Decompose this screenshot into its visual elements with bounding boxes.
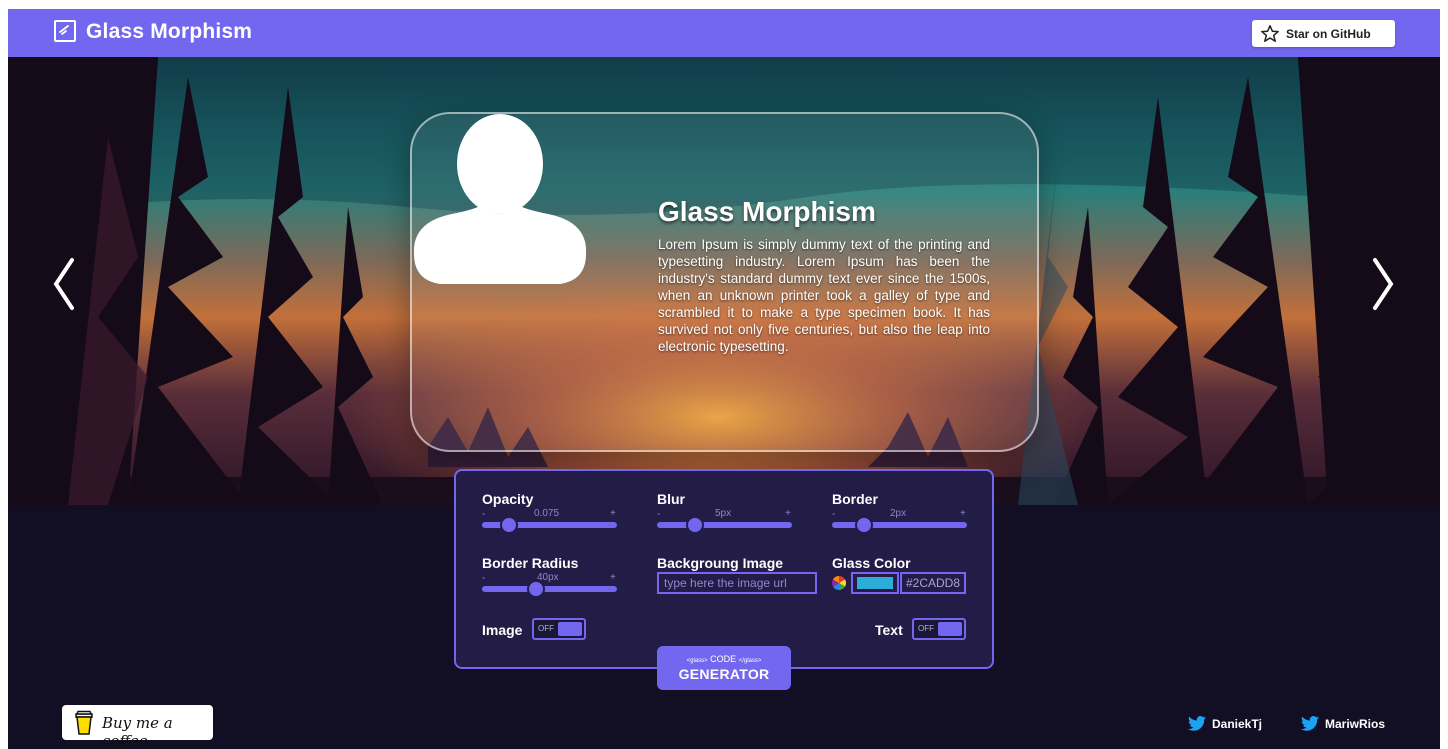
opacity-minus: - — [482, 509, 486, 520]
blur-label: Blur — [657, 491, 685, 507]
generator-open-tag: <glass> — [686, 658, 708, 664]
chevron-right-icon — [1373, 258, 1394, 310]
prev-arrow[interactable] — [46, 254, 82, 314]
glass-color-fill — [857, 577, 893, 589]
border-slider-thumb[interactable] — [855, 516, 874, 534]
glass-card: Glass Morphism Lorem Ipsum is simply dum… — [410, 112, 1039, 452]
twitter-icon — [1188, 716, 1206, 731]
border-radius-minus: - — [482, 573, 486, 584]
code-generator-button[interactable]: <glass> CODE </glass> GENERATOR — [657, 646, 791, 690]
image-toggle-knob — [558, 622, 582, 636]
border-value: 2px — [890, 508, 907, 519]
generator-code: CODE — [710, 654, 737, 664]
next-arrow[interactable] — [1365, 254, 1401, 314]
generator-close-tag: </glass> — [738, 658, 762, 664]
background-image-label: Backgroung Image — [657, 555, 784, 571]
logo-icon — [54, 20, 76, 42]
chevron-left-icon — [53, 258, 74, 310]
twitter-icon — [1301, 716, 1319, 731]
blur-slider[interactable] — [657, 516, 792, 534]
glass-color-swatch[interactable] — [851, 572, 899, 594]
image-toggle[interactable]: OFF — [532, 618, 586, 640]
star-icon — [1261, 25, 1279, 42]
opacity-value: 0.075 — [534, 508, 560, 519]
blur-value: 5px — [715, 508, 732, 519]
coffee-label: Buy me a coffee — [102, 714, 173, 749]
background-image-url-input[interactable] — [657, 572, 817, 594]
coffee-cup-icon — [75, 710, 93, 735]
border-radius-label: Border Radius — [482, 555, 579, 571]
control-panel: Opacity - 0.075 + Blur - 5px + Border - … — [454, 469, 994, 669]
background-scene: Glass Morphism Lorem Ipsum is simply dum… — [8, 57, 1440, 505]
social-label: DaniekTj — [1212, 717, 1263, 731]
opacity-label: Opacity — [482, 491, 534, 507]
opacity-slider[interactable] — [482, 516, 617, 534]
user-avatar-icon — [413, 114, 587, 284]
text-toggle-state: OFF — [918, 624, 934, 633]
opacity-slider-thumb[interactable] — [500, 516, 518, 534]
border-label: Border — [832, 491, 878, 507]
generator-code-line: <glass> CODE </glass> — [657, 654, 791, 664]
blur-minus: - — [657, 509, 661, 520]
app-root: Glass Morphism Star on GitHub Glass Morp… — [8, 9, 1440, 749]
generator-label: GENERATOR — [678, 666, 770, 682]
social-label: MariwRios — [1325, 717, 1386, 731]
opacity-plus: + — [610, 508, 616, 519]
border-radius-plus: + — [610, 572, 616, 583]
border-radius-slider[interactable] — [482, 580, 617, 598]
glass-color-label: Glass Color — [832, 555, 911, 571]
card-text: Lorem Ipsum is simply dummy text of the … — [658, 237, 990, 354]
github-button-label: Star on GitHub — [1286, 27, 1371, 41]
card-title: Glass Morphism — [658, 196, 876, 227]
text-toggle-label: Text — [875, 622, 903, 638]
buy-me-a-coffee-button[interactable]: Buy me a coffee — [62, 705, 213, 749]
text-toggle[interactable]: OFF — [912, 618, 966, 640]
star-on-github-button[interactable]: Star on GitHub — [1252, 20, 1395, 47]
image-toggle-label: Image — [482, 622, 523, 638]
blur-slider-thumb[interactable] — [685, 516, 704, 534]
border-slider[interactable] — [832, 516, 967, 534]
header-bar: Glass Morphism Star on GitHub — [8, 9, 1440, 57]
color-wheel-icon[interactable] — [832, 576, 846, 590]
glass-color-hex[interactable]: #2CADD8 — [900, 572, 966, 594]
text-toggle-knob — [938, 622, 962, 636]
border-radius-slider-thumb[interactable] — [527, 580, 545, 598]
app-title: Glass Morphism — [86, 20, 253, 43]
image-toggle-state: OFF — [538, 624, 554, 633]
border-minus: - — [832, 509, 836, 520]
blur-plus: + — [785, 508, 791, 519]
border-plus: + — [960, 508, 966, 519]
